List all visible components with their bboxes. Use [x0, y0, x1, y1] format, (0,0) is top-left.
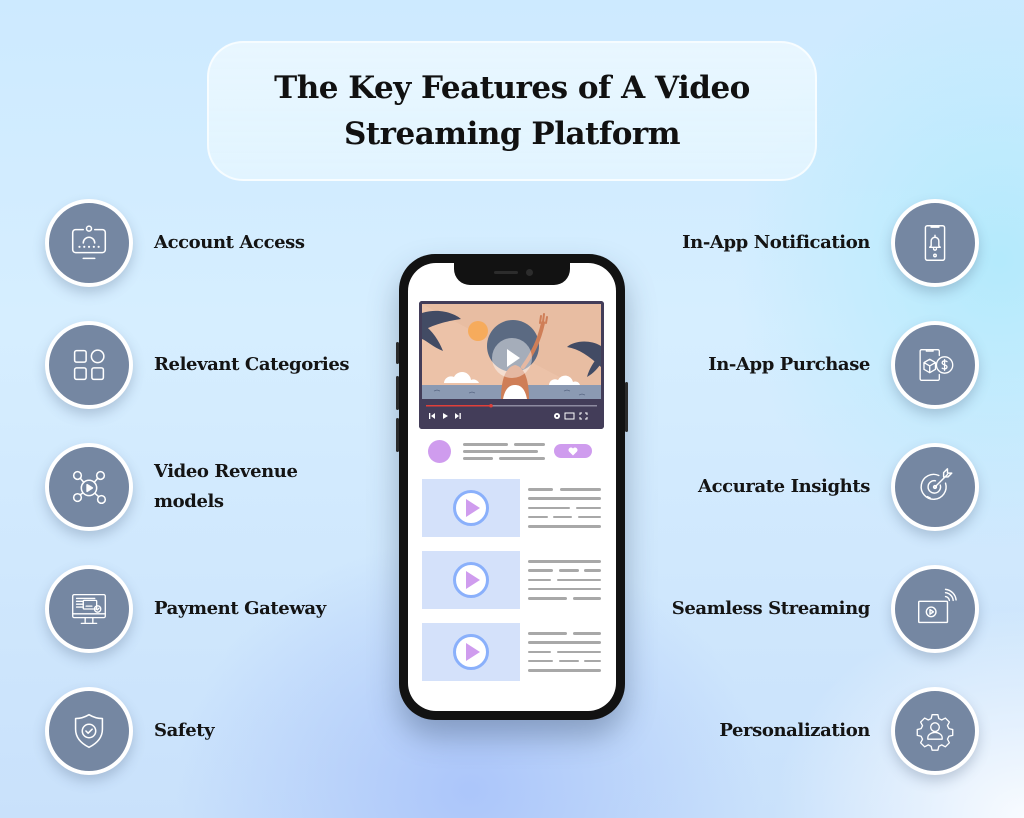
text-placeholder-line — [573, 632, 601, 635]
feature-accurate-insights: Accurate Insights — [698, 443, 979, 531]
title-banner: The Key Features of A Video Streaming Pl… — [207, 41, 817, 181]
video-player[interactable] — [419, 301, 604, 429]
phone-mockup — [396, 254, 628, 720]
text-placeholder-line — [528, 497, 601, 500]
phone-notch — [454, 263, 570, 285]
video-thumbnail[interactable] — [422, 623, 520, 681]
text-placeholder-line — [557, 578, 601, 582]
screen-play-wifi-icon — [891, 565, 979, 653]
text-placeholder-line — [578, 515, 601, 519]
phone-power-button — [625, 382, 628, 432]
text-placeholder-line — [499, 457, 545, 460]
feature-label: In-App Notification — [682, 232, 870, 253]
feature-label: Account Access — [154, 232, 305, 253]
feature-label: In-App Purchase — [708, 354, 870, 375]
page-title: The Key Features of A Video Streaming Pl… — [274, 70, 750, 152]
video-thumbnail[interactable] — [422, 551, 520, 609]
sun — [468, 321, 488, 341]
feature-label: Video Revenue models — [154, 461, 298, 512]
text-placeholder-line — [584, 569, 601, 572]
feature-label: Seamless Streaming — [671, 598, 871, 619]
text-placeholder-line — [528, 578, 551, 582]
text-placeholder-line — [528, 597, 567, 600]
progress-knob[interactable] — [489, 403, 493, 408]
phone-volume-up-button — [396, 376, 399, 410]
text-placeholder-line — [528, 506, 570, 510]
monitor-user-icon — [45, 199, 133, 287]
feature-label: Safety — [154, 720, 215, 741]
text-placeholder-line — [559, 659, 579, 663]
phone-screen — [408, 263, 616, 711]
feature-personalization: Personalization — [719, 687, 979, 775]
feature-label: Relevant Categories — [154, 354, 350, 375]
text-placeholder-line — [528, 560, 601, 563]
text-placeholder-line — [553, 515, 572, 519]
text-placeholder-line — [528, 488, 553, 491]
channel-info-row — [428, 438, 598, 464]
text-placeholder-line — [463, 457, 493, 460]
heart-icon — [568, 447, 578, 455]
phone-volume-down-button — [396, 418, 399, 452]
text-placeholder-line — [528, 669, 601, 672]
text-placeholder-line — [528, 569, 553, 572]
play-circle-icon — [453, 490, 489, 526]
text-placeholder-line — [528, 632, 567, 635]
feature-in-app-notification: In-App Notification — [682, 199, 979, 287]
feature-in-app-purchase: In-App Purchase — [708, 321, 979, 409]
front-camera — [526, 269, 533, 276]
feature-safety: Safety — [45, 687, 364, 775]
video-list-item[interactable] — [422, 623, 602, 681]
phone-bell-icon — [891, 199, 979, 287]
text-placeholder-line — [463, 443, 508, 446]
text-placeholder-line — [528, 650, 551, 654]
feature-video-revenue-models: Video Revenue models — [45, 443, 364, 531]
text-placeholder-line — [528, 659, 553, 663]
monitor-payment-icon — [45, 565, 133, 653]
text-placeholder-line — [463, 450, 538, 453]
target-arrow-icon — [891, 443, 979, 531]
text-placeholder-line — [576, 506, 601, 510]
video-network-icon — [45, 443, 133, 531]
speaker — [494, 271, 518, 274]
progress-fill — [426, 405, 491, 407]
feature-relevant-categories: Relevant Categories — [45, 321, 364, 409]
play-circle-icon — [453, 562, 489, 598]
text-placeholder-line — [560, 488, 601, 491]
phone-box-dollar-icon — [891, 321, 979, 409]
text-placeholder-line — [573, 597, 601, 600]
phone-side-button — [396, 342, 399, 364]
shield-check-icon — [45, 687, 133, 775]
grid-categories-icon — [45, 321, 133, 409]
video-list-item[interactable] — [422, 479, 602, 537]
text-placeholder-line — [559, 569, 579, 572]
video-scene — [419, 301, 604, 429]
text-placeholder-line — [528, 587, 601, 591]
feature-payment-gateway: Payment Gateway — [45, 565, 364, 653]
play-triangle-icon — [466, 643, 480, 661]
feature-label: Accurate Insights — [698, 476, 870, 497]
text-placeholder-line — [528, 525, 601, 528]
feature-label: Payment Gateway — [154, 598, 326, 619]
text-placeholder-line — [557, 650, 601, 654]
play-triangle-icon — [466, 571, 480, 589]
video-list-item[interactable] — [422, 551, 602, 609]
channel-avatar[interactable] — [428, 440, 451, 463]
text-placeholder-line — [528, 641, 601, 644]
feature-label: Personalization — [719, 720, 870, 741]
text-placeholder-line — [584, 659, 601, 663]
gear-user-icon — [891, 687, 979, 775]
like-button[interactable] — [554, 444, 592, 458]
text-placeholder-line — [514, 443, 545, 446]
feature-account-access: Account Access — [45, 199, 364, 287]
text-placeholder-line — [528, 515, 548, 519]
video-thumbnail[interactable] — [422, 479, 520, 537]
play-triangle-icon — [466, 499, 480, 517]
play-circle-icon — [453, 634, 489, 670]
feature-seamless-streaming: Seamless Streaming — [672, 565, 979, 653]
